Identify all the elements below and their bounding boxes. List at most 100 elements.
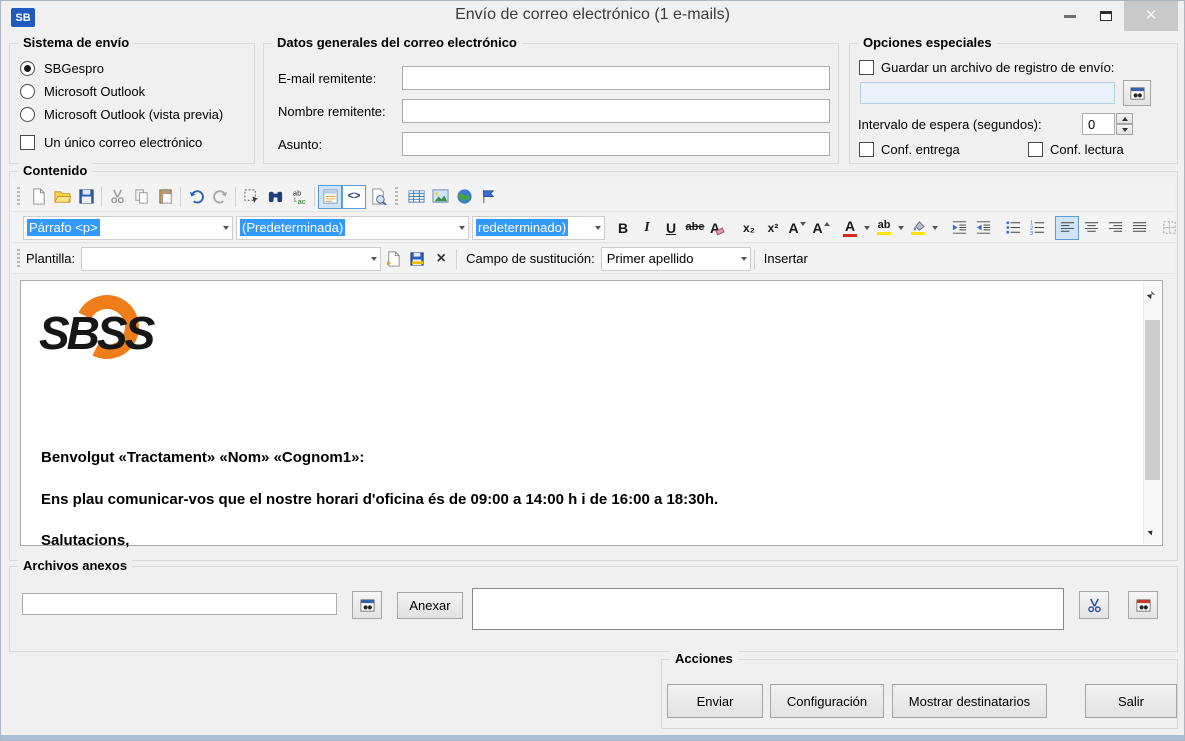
conf-lectura-checkbox[interactable] xyxy=(1028,142,1043,157)
email-body-editor[interactable]: SBSS Benvolgut «Tractament» «Nom» «Cogno… xyxy=(20,280,1163,546)
new-document-button[interactable] xyxy=(26,185,50,209)
attachment-path-field[interactable] xyxy=(22,593,337,615)
scroll-down-icon[interactable] xyxy=(1147,528,1154,535)
maximize-button[interactable] xyxy=(1088,1,1124,31)
save-button[interactable] xyxy=(74,185,98,209)
close-button[interactable]: × xyxy=(1124,1,1178,31)
browse-attachment-button[interactable] xyxy=(352,591,382,619)
fill-color-dropdown[interactable] xyxy=(929,216,941,240)
subscript-button[interactable]: x₂ xyxy=(737,216,761,240)
grow-font-button[interactable]: A xyxy=(809,216,833,240)
chevron-down-icon[interactable] xyxy=(738,247,750,271)
salir-button[interactable]: Salir xyxy=(1085,684,1177,718)
conf-entrega-label[interactable]: Conf. entrega xyxy=(881,142,960,157)
configuracion-button[interactable]: Configuración xyxy=(770,684,884,718)
conf-entrega-checkbox[interactable] xyxy=(859,142,874,157)
font-color-dropdown[interactable] xyxy=(861,216,873,240)
conf-lectura-label[interactable]: Conf. lectura xyxy=(1050,142,1124,157)
copy-button[interactable] xyxy=(129,185,153,209)
template-save-button[interactable] xyxy=(405,247,429,271)
plantilla-combo[interactable] xyxy=(81,247,381,271)
scroll-up-icon[interactable] xyxy=(1147,291,1155,299)
scrollbar-thumb[interactable] xyxy=(1145,320,1160,480)
paragraph-style-combo[interactable]: Párrafo <p> xyxy=(23,216,233,240)
align-justify-button[interactable] xyxy=(1127,216,1151,240)
replace-button[interactable]: abac xyxy=(287,185,311,209)
clear-format-button[interactable]: A xyxy=(707,216,731,240)
radio-sbgespro[interactable] xyxy=(20,61,35,76)
fill-color-button[interactable] xyxy=(907,216,929,240)
align-left-button[interactable] xyxy=(1055,216,1079,240)
chevron-down-icon[interactable] xyxy=(220,216,232,240)
chevron-down-icon[interactable] xyxy=(592,216,604,240)
asunto-field[interactable] xyxy=(402,132,830,156)
single-email-label[interactable]: Un único correo electrónico xyxy=(44,135,202,150)
highlight-dropdown[interactable] xyxy=(895,216,907,240)
insert-table-button[interactable] xyxy=(404,185,428,209)
font-color-button[interactable]: A xyxy=(839,216,861,240)
preview-button[interactable] xyxy=(366,185,390,209)
numbered-list-button[interactable]: 123 xyxy=(1025,216,1049,240)
superscript-button[interactable]: x² xyxy=(761,216,785,240)
toolbar-grip[interactable] xyxy=(17,249,20,269)
chevron-down-icon[interactable] xyxy=(456,216,468,240)
radio-outlook-preview[interactable] xyxy=(20,107,35,122)
clear-attachments-button[interactable] xyxy=(1128,591,1158,619)
editor-scrollbar[interactable] xyxy=(1143,282,1161,544)
redo-button[interactable] xyxy=(208,185,232,209)
template-new-button[interactable] xyxy=(381,247,405,271)
single-email-checkbox[interactable] xyxy=(20,135,35,150)
anexar-button[interactable]: Anexar xyxy=(397,592,463,619)
insert-anchor-button[interactable] xyxy=(476,185,500,209)
guardar-registro-checkbox[interactable] xyxy=(859,60,874,75)
indent-button[interactable] xyxy=(971,216,995,240)
spinner-up-button[interactable] xyxy=(1116,113,1133,124)
font-family-combo[interactable]: (Predeterminada) xyxy=(236,216,469,240)
undo-button[interactable] xyxy=(184,185,208,209)
bullet-list-button[interactable] xyxy=(1001,216,1025,240)
remove-attachment-button[interactable] xyxy=(1079,591,1109,619)
insert-image-button[interactable] xyxy=(428,185,452,209)
design-view-button[interactable] xyxy=(318,185,342,209)
radio-outlook-preview-label[interactable]: Microsoft Outlook (vista previa) xyxy=(44,107,223,122)
insertar-button[interactable]: Insertar xyxy=(764,251,808,266)
email-remitente-field[interactable] xyxy=(402,66,830,90)
radio-outlook[interactable] xyxy=(20,84,35,99)
select-all-button[interactable] xyxy=(239,185,263,209)
radio-sbgespro-label[interactable]: SBGespro xyxy=(44,61,104,76)
minimize-button[interactable] xyxy=(1052,1,1088,31)
cut-button[interactable] xyxy=(105,185,129,209)
spinner-down-button[interactable] xyxy=(1116,124,1133,135)
template-delete-button[interactable]: × xyxy=(429,247,453,271)
nombre-remitente-field[interactable] xyxy=(402,99,830,123)
radio-outlook-label[interactable]: Microsoft Outlook xyxy=(44,84,145,99)
underline-button[interactable]: U xyxy=(659,216,683,240)
align-center-button[interactable] xyxy=(1079,216,1103,240)
font-size-combo[interactable]: redeterminado) xyxy=(472,216,605,240)
italic-button[interactable]: I xyxy=(635,216,659,240)
paste-button[interactable] xyxy=(153,185,177,209)
highlight-button[interactable]: ab xyxy=(873,216,895,240)
toolbar-grip[interactable] xyxy=(17,187,20,207)
chevron-down-icon[interactable] xyxy=(368,247,380,271)
outdent-button[interactable] xyxy=(947,216,971,240)
strikethrough-button[interactable]: abe xyxy=(683,216,707,240)
mostrar-destinatarios-button[interactable]: Mostrar destinatarios xyxy=(892,684,1047,718)
intervalo-field[interactable] xyxy=(1082,113,1115,135)
log-path-field[interactable] xyxy=(860,82,1115,104)
align-right-button[interactable] xyxy=(1103,216,1127,240)
guardar-registro-label[interactable]: Guardar un archivo de registro de envío: xyxy=(881,60,1114,75)
shrink-font-button[interactable]: A xyxy=(785,216,809,240)
campo-sustitucion-combo[interactable]: Primer apellido xyxy=(601,247,751,271)
open-button[interactable] xyxy=(50,185,74,209)
attachments-list[interactable] xyxy=(472,588,1064,630)
browse-log-button[interactable] xyxy=(1123,80,1151,106)
html-view-button[interactable]: <> xyxy=(342,185,366,209)
insert-link-button[interactable] xyxy=(452,185,476,209)
bold-button[interactable]: B xyxy=(611,216,635,240)
enviar-button[interactable]: Enviar xyxy=(667,684,763,718)
borders-button[interactable] xyxy=(1157,216,1181,240)
borders-dropdown[interactable] xyxy=(1181,216,1185,240)
toolbar-grip[interactable] xyxy=(395,187,398,207)
find-button[interactable] xyxy=(263,185,287,209)
